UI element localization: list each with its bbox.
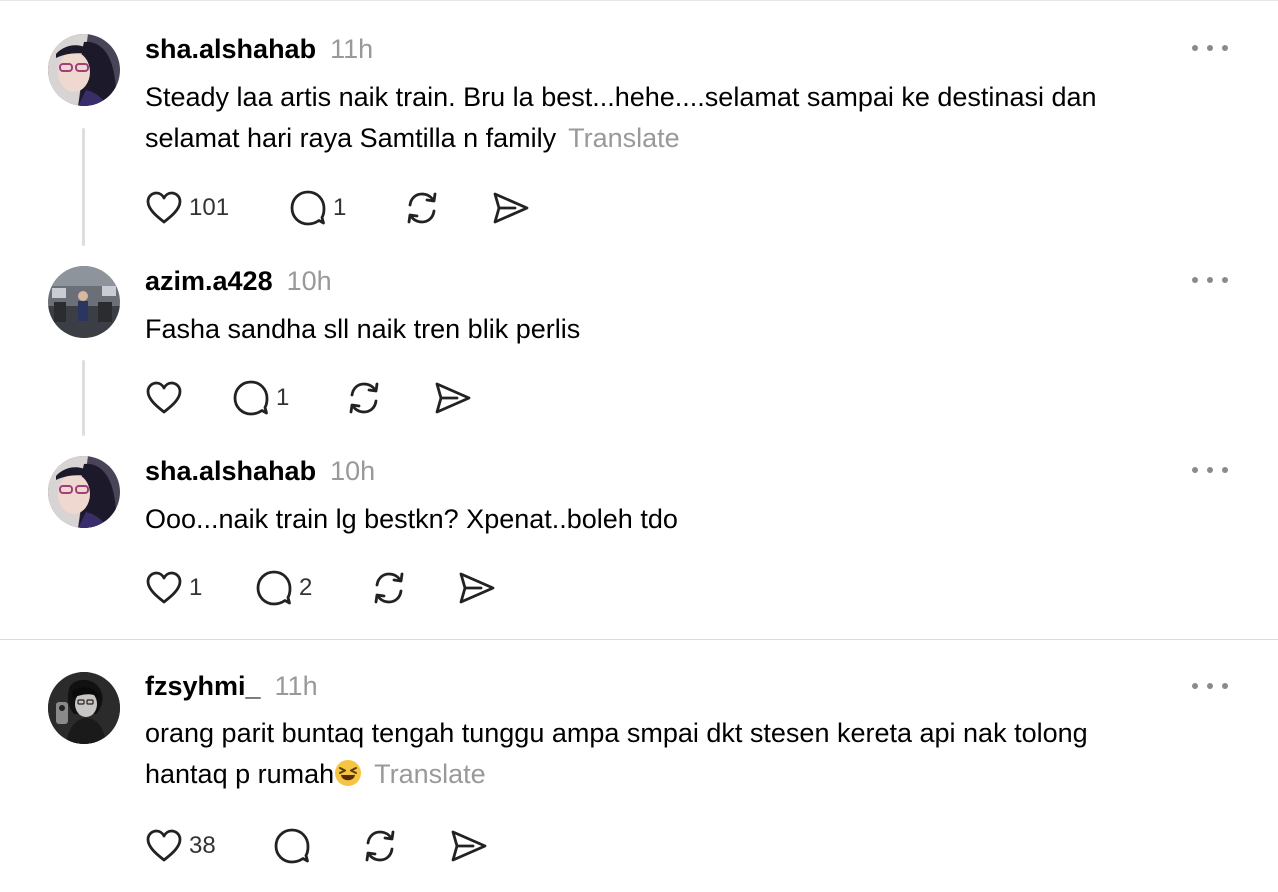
- more-dots-icon[interactable]: [1190, 676, 1230, 696]
- username-text[interactable]: sha.alshahab: [145, 34, 316, 64]
- repost-icon: [349, 382, 379, 414]
- timestamp: 11h: [274, 671, 318, 701]
- translate-link[interactable]: Translate: [568, 123, 680, 153]
- reply-count: 1: [276, 384, 290, 411]
- speech-bubble-icon: [256, 570, 292, 606]
- like-count: 101: [189, 194, 230, 221]
- username-text[interactable]: azim.a428: [145, 266, 273, 296]
- reply-count: 1: [333, 194, 347, 221]
- repost-icon: [407, 192, 437, 224]
- like-button[interactable]: [145, 378, 183, 418]
- reply-button[interactable]: 1: [232, 378, 289, 418]
- translate-link[interactable]: Translate: [374, 759, 486, 789]
- speech-bubble-icon: [233, 380, 269, 416]
- post-text-line: Fasha sandha sll naik tren blik perlis: [145, 314, 581, 344]
- post-text: orang parit buntaq tengah tunggu ampa sm…: [145, 713, 1245, 799]
- send-icon: [459, 572, 495, 604]
- username[interactable]: azim.a428 10h: [145, 265, 332, 297]
- grinning-squinting-emoji: [334, 758, 362, 799]
- share-button[interactable]: [449, 826, 489, 866]
- post-text-line: Ooo...naik train lg bestkn? Xpenat..bole…: [145, 504, 678, 534]
- share-button[interactable]: [457, 568, 497, 608]
- username-text[interactable]: fzsyhmi_: [145, 671, 261, 701]
- like-button[interactable]: 38: [145, 826, 216, 866]
- repost-icon: [374, 572, 404, 604]
- reply-button[interactable]: [273, 826, 311, 866]
- heart-icon: [146, 829, 182, 862]
- repost-button[interactable]: [359, 826, 401, 866]
- repost-button[interactable]: [343, 378, 385, 418]
- heart-icon: [146, 571, 182, 604]
- repost-icon: [365, 830, 395, 862]
- reply-count: 2: [299, 574, 313, 601]
- more-dots-icon[interactable]: [1190, 460, 1230, 480]
- username-text[interactable]: sha.alshahab: [145, 456, 316, 486]
- thread-line: [82, 360, 85, 436]
- repost-button[interactable]: [401, 188, 443, 228]
- send-icon: [493, 192, 529, 224]
- top-border: [0, 0, 1278, 1]
- timestamp: 10h: [330, 456, 376, 486]
- share-button[interactable]: [491, 188, 531, 228]
- post-text: Ooo...naik train lg bestkn? Xpenat..bole…: [145, 499, 1245, 540]
- username[interactable]: sha.alshahab 11h: [145, 33, 373, 65]
- avatar[interactable]: [48, 456, 120, 528]
- send-icon: [435, 382, 471, 414]
- send-icon: [451, 830, 487, 862]
- thread-line: [82, 128, 85, 246]
- post-text-line: Steady laa artis naik train. Bru la best…: [145, 82, 1097, 112]
- more-dots-icon[interactable]: [1190, 270, 1230, 290]
- thread-divider: [0, 639, 1278, 640]
- post-text: Fasha sandha sll naik tren blik perlis: [145, 309, 1245, 350]
- repost-button[interactable]: [368, 568, 410, 608]
- timestamp: 11h: [330, 34, 374, 64]
- heart-icon: [146, 191, 182, 224]
- timestamp: 10h: [286, 266, 332, 296]
- heart-icon: [146, 381, 182, 414]
- reply-button[interactable]: 2: [255, 568, 312, 608]
- more-dots-icon[interactable]: [1190, 38, 1230, 58]
- post-text-line: selamat hari raya Samtilla n family: [145, 123, 557, 153]
- username[interactable]: fzsyhmi_ 11h: [145, 670, 318, 702]
- speech-bubble-icon: [290, 190, 326, 226]
- post-text: Steady laa artis naik train. Bru la best…: [145, 77, 1245, 159]
- like-count: 1: [189, 574, 203, 601]
- like-button[interactable]: 101: [145, 188, 229, 228]
- speech-bubble-icon: [274, 828, 310, 864]
- share-button[interactable]: [433, 378, 473, 418]
- post-text-line: orang parit buntaq tengah tunggu ampa sm…: [145, 718, 1088, 748]
- avatar[interactable]: [48, 34, 120, 106]
- avatar[interactable]: [48, 266, 120, 338]
- like-count: 38: [189, 832, 216, 859]
- reply-button[interactable]: 1: [289, 188, 346, 228]
- like-button[interactable]: 1: [145, 568, 202, 608]
- avatar[interactable]: [48, 672, 120, 744]
- post-text-line: hantaq p rumah: [145, 759, 335, 789]
- username[interactable]: sha.alshahab 10h: [145, 455, 375, 487]
